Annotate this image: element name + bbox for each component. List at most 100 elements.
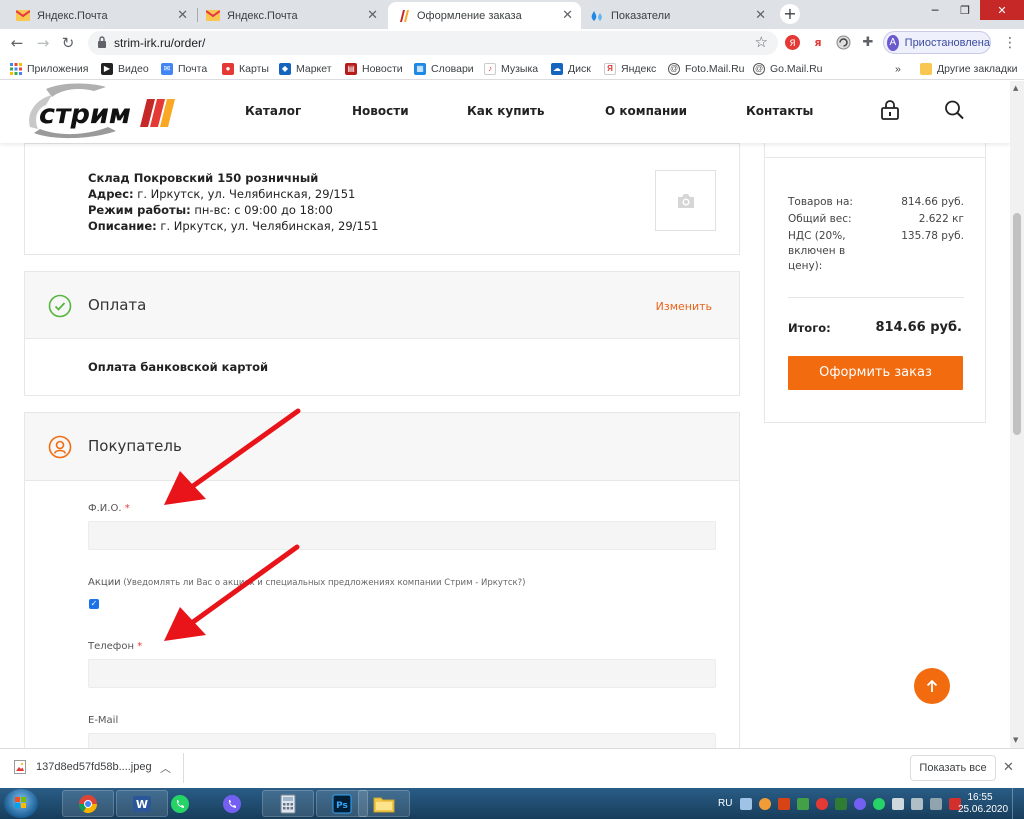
page-viewport: стрим Каталог Новости Как купить О компа… [0,81,1010,748]
yandex-bar-icon[interactable]: я [810,35,826,51]
forward-arrow-icon[interactable]: → [33,33,53,53]
buyer-title: Покупатель [88,437,182,455]
yandex-extension-icon[interactable]: Я [784,35,800,51]
tray-help-icon[interactable] [740,797,753,810]
gmail-envelope-icon [16,9,30,23]
tab-close-icon[interactable]: ✕ [562,8,573,23]
profile-button[interactable]: A Приостановлена [883,31,991,54]
scroll-down-arrow-icon[interactable]: ▼ [1013,736,1018,744]
tab-close-icon[interactable]: ✕ [367,8,378,23]
payment-header: Оплата Изменить [25,272,739,339]
language-indicator[interactable]: RU [718,798,732,809]
reload-icon[interactable]: ↻ [58,33,78,53]
more-menu-icon[interactable]: ⋮ [1003,34,1017,52]
nav-news[interactable]: Новости [352,104,409,118]
start-button[interactable] [4,789,38,818]
change-payment-link[interactable]: Изменить [656,300,712,313]
bookmark-go-mail[interactable]: @ Go.Mail.Ru [753,61,823,76]
pickup-warehouse-block: Склад Покровский 150 розничный Адрес: г.… [24,143,740,255]
scrollbar-thumb[interactable] [1013,213,1021,435]
promo-checkbox[interactable]: ✓ [89,599,99,609]
required-mark: * [137,641,143,652]
tray-yandex-icon[interactable] [778,797,791,810]
minimize-icon[interactable]: ─ [920,0,950,20]
tray-antivirus-icon[interactable] [816,797,829,810]
bookmark-mail[interactable]: ✉ Почта [161,61,207,76]
bookmark-label: Почта [178,62,208,75]
restore-icon[interactable]: ❐ [950,0,980,20]
tray-display-icon[interactable] [930,797,943,810]
scroll-to-top-button[interactable] [914,668,950,704]
fio-input[interactable] [88,521,716,550]
download-item[interactable]: 137d8ed57fd58b....jpeg [14,760,152,774]
tray-network-icon[interactable] [911,797,924,810]
search-icon[interactable] [944,99,964,121]
tray-update-icon[interactable] [835,797,848,810]
bookmark-apps[interactable]: Приложения [10,61,88,76]
bookmark-foto-mail[interactable]: @ Foto.Mail.Ru [668,61,745,76]
extension-reload-icon[interactable] [835,35,851,51]
tab-yandex-mail-1[interactable]: Яндекс.Почта ✕ [8,2,196,29]
taskbar-viber[interactable] [210,790,254,817]
show-all-downloads-button[interactable]: Показать все [910,755,996,781]
close-window-icon[interactable]: ✕ [980,0,1024,20]
tray-whatsapp-icon[interactable] [873,797,886,810]
bookmark-label: Диск [568,62,591,75]
tray-volume-icon[interactable] [892,797,905,810]
email-input[interactable] [88,733,716,748]
puzzle-extensions-icon[interactable]: ✚ [860,35,876,51]
warehouse-name: Склад Покровский 150 розничный [88,171,319,185]
bookmark-market[interactable]: ◆ Маркет [279,61,332,76]
taskbar-calculator[interactable] [262,790,314,817]
total-value: 814.66 руб. [875,320,963,335]
bookmark-star-icon[interactable]: ☆ [755,33,768,51]
tray-viber-icon[interactable] [854,797,867,810]
lock-cart-icon[interactable] [880,99,900,121]
tab-close-icon[interactable]: ✕ [755,8,766,23]
address-label: Адрес: [88,187,134,201]
bookmark-other[interactable]: Другие закладки [920,61,1017,76]
download-options-chevron-icon[interactable]: ︿ [160,760,171,776]
bookmark-dictionaries[interactable]: ▦ Словари [414,61,474,76]
close-shelf-icon[interactable]: ✕ [1003,760,1014,775]
bookmark-disk[interactable]: ☁ Диск [551,61,591,76]
tab-order-checkout[interactable]: Оформление заказа ✕ [388,2,581,29]
nav-about[interactable]: О компании [605,104,687,118]
play-icon: ▶ [101,62,113,75]
bookmark-music[interactable]: ♪ Музыка [484,61,538,76]
scroll-up-arrow-icon[interactable]: ▲ [1013,84,1018,92]
bookmark-video[interactable]: ▶ Видео [101,61,149,76]
page-scrollbar[interactable]: ▲ ▼ [1010,81,1024,748]
tray-signal-icon[interactable] [797,797,810,810]
hours-label: Режим работы: [88,203,191,217]
tab-indicators[interactable]: Показатели ✕ [582,2,774,29]
taskbar-clock[interactable]: 16:55 25.06.2020 [958,792,1008,816]
yandex-logo-icon: Я [604,62,616,75]
tray-avast-icon[interactable] [759,797,772,810]
payment-method: Оплата банковской картой [88,360,269,374]
apps-grid-icon [10,62,22,75]
nav-catalog[interactable]: Каталог [245,104,301,118]
taskbar-chrome[interactable] [62,790,114,817]
bookmark-maps[interactable]: ● Карты [222,61,269,76]
back-arrow-icon[interactable]: ← [7,33,27,53]
nav-contacts[interactable]: Контакты [746,104,813,118]
tab-yandex-mail-2[interactable]: Яндекс.Почта ✕ [198,2,386,29]
taskbar-whatsapp[interactable] [158,790,202,817]
phone-input[interactable] [88,659,716,688]
bookmark-yandex[interactable]: Я Яндекс [604,61,656,76]
new-tab-plus-icon[interactable]: + [780,4,800,24]
strim-logo[interactable]: стрим [24,83,179,139]
bookmarks-overflow[interactable]: » [895,61,901,76]
show-desktop-button[interactable] [1012,788,1024,819]
gmail-envelope-icon [206,9,220,23]
email-label: E-Mail [88,715,118,726]
place-order-button[interactable]: Оформить заказ [788,356,963,390]
nav-how-to-buy[interactable]: Как купить [467,104,544,118]
bookmark-news[interactable]: ▤ Новости [345,61,403,76]
taskbar-explorer[interactable] [358,790,410,817]
fio-label: Ф.И.О. * [88,503,130,514]
address-bar[interactable]: strim-irk.ru/order/ ☆ [88,31,778,55]
tab-close-icon[interactable]: ✕ [177,8,188,23]
payment-block: Оплата Изменить Оплата банковской картой [24,271,740,396]
